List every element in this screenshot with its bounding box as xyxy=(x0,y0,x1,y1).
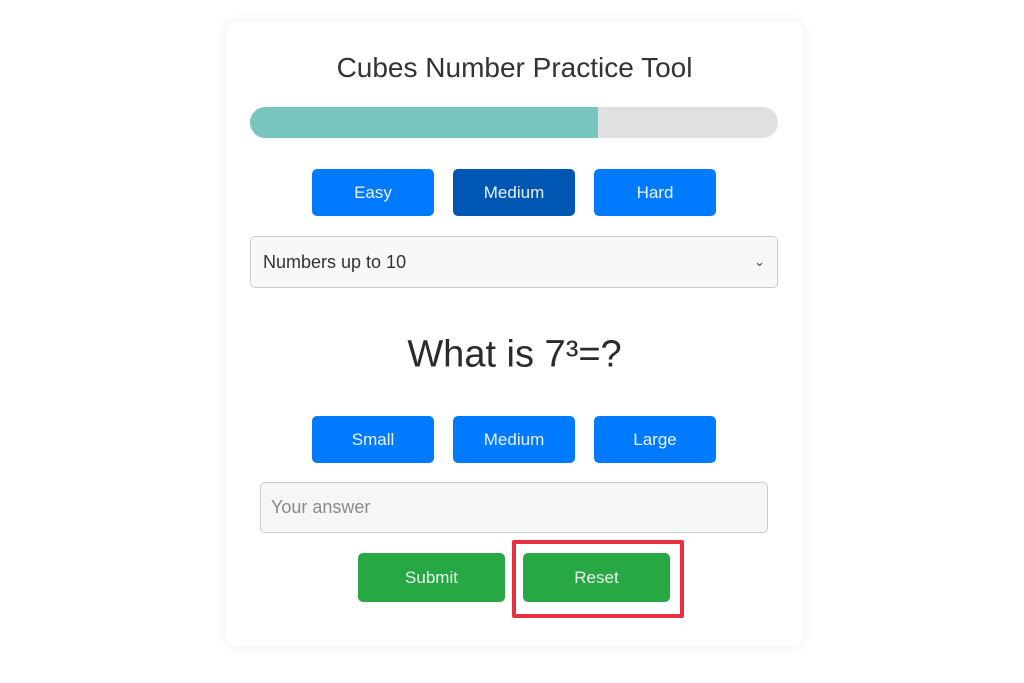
practice-card: Cubes Number Practice Tool Easy Medium H… xyxy=(226,22,803,646)
question-text: What is 7³=? xyxy=(407,333,622,376)
reset-button[interactable]: Reset xyxy=(523,553,670,602)
number-range-select[interactable]: Numbers up to 10 ⌄ xyxy=(250,236,778,288)
progress-bar xyxy=(250,107,778,138)
submit-button[interactable]: Submit xyxy=(358,553,505,602)
progress-fill xyxy=(250,107,599,138)
page-title: Cubes Number Practice Tool xyxy=(336,52,693,83)
difficulty-medium-button[interactable]: Medium xyxy=(453,169,575,216)
chevron-down-icon: ⌄ xyxy=(754,254,765,269)
size-large-button[interactable]: Large xyxy=(594,416,716,463)
answer-input[interactable] xyxy=(260,482,768,533)
size-medium-button[interactable]: Medium xyxy=(453,416,575,463)
size-small-button[interactable]: Small xyxy=(312,416,434,463)
difficulty-easy-button[interactable]: Easy xyxy=(312,169,434,216)
number-range-selected: Numbers up to 10 xyxy=(263,251,407,272)
difficulty-hard-button[interactable]: Hard xyxy=(594,169,716,216)
